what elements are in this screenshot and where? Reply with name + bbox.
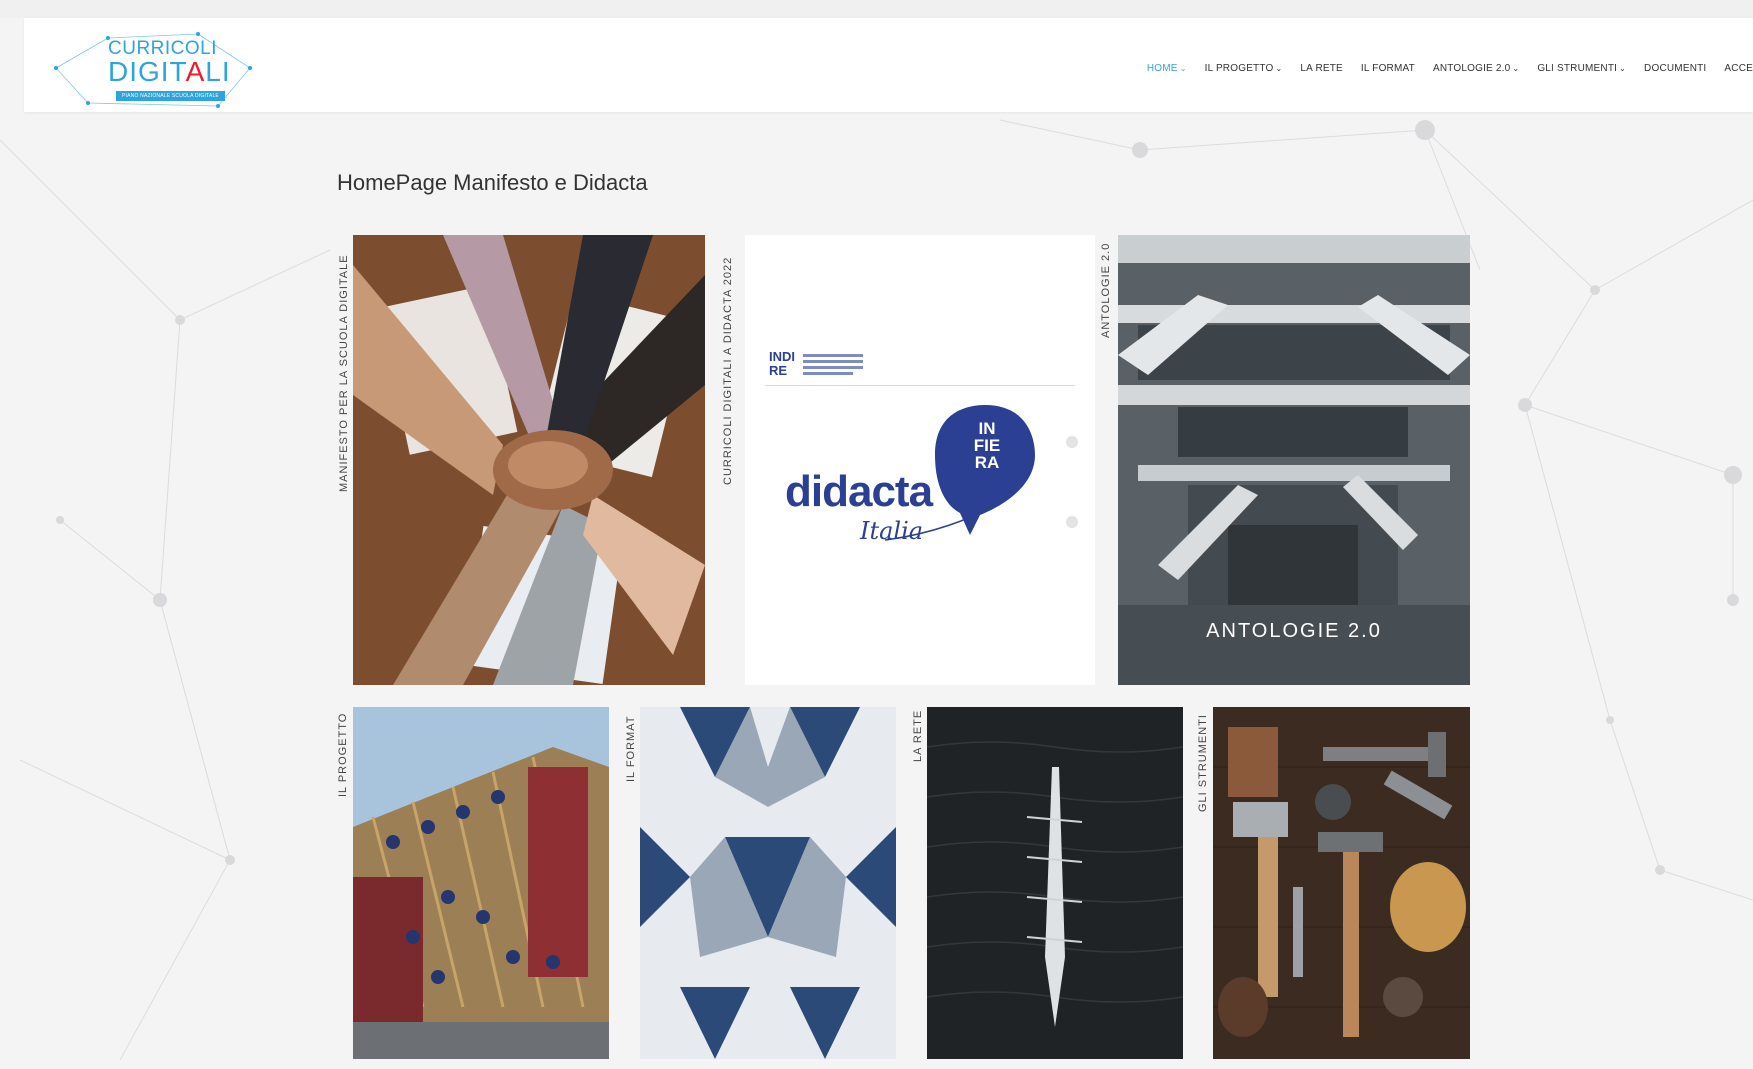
chevron-down-icon: ⌄ [1275, 63, 1283, 73]
tools-image [1213, 707, 1470, 1059]
rowing-boat-image [927, 707, 1183, 1059]
chevron-down-icon: ⌄ [1619, 63, 1627, 73]
tile-label-il-format[interactable]: IL FORMAT [625, 716, 637, 782]
nav-item-il-progetto[interactable]: IL PROGETTO ⌄ [1205, 63, 1283, 74]
chevron-down-icon: ⌄ [1512, 63, 1520, 73]
tile-didacta-logo[interactable]: INDIRE IN FIE RA didacta Italia [745, 235, 1095, 685]
geometric-architecture-image [640, 707, 896, 1059]
tile-antologie-image[interactable]: ANTOLOGIE 2.0 [1118, 235, 1470, 685]
tile-gli-strumenti-image[interactable] [1213, 707, 1470, 1059]
chevron-down-icon: ⌄ [1179, 63, 1187, 73]
tile-label-antologie[interactable]: ANTOLOGIE 2.0 [1100, 243, 1112, 338]
browser-top-strip [0, 0, 1753, 18]
didacta-italia-script: Italia [860, 517, 924, 545]
hands-together-image [353, 235, 705, 685]
nav-item-gli-strumenti[interactable]: GLI STRUMENTI ⌄ [1537, 63, 1626, 74]
tile-label-il-progetto[interactable]: IL PROGETTO [337, 713, 349, 797]
nav-item-home[interactable]: HOME ⌄ [1147, 63, 1187, 74]
didacta-badge-text: IN FIE RA [973, 419, 1001, 472]
tile-label-gli-strumenti[interactable]: GLI STRUMENTI [1197, 714, 1209, 812]
main-navigation: HOME ⌄ IL PROGETTO ⌄ LA RETE IL FORMAT ANT… [1147, 58, 1753, 78]
tile-la-rete-image[interactable] [927, 707, 1183, 1059]
roof-construction-image [353, 707, 609, 1059]
didacta-badge-graphic [884, 405, 1078, 541]
tile-il-progetto-image[interactable] [353, 707, 609, 1059]
site-logo[interactable]: CURRICOLI DIGITALI PIANO NAZIONALE SCUOL… [48, 28, 258, 110]
tile-manifesto-image[interactable] [353, 235, 705, 685]
tile-label-la-rete[interactable]: LA RETE [912, 710, 924, 762]
tile-label-manifesto[interactable]: MANIFESTO PER LA SCUOLA DIGITALE [338, 254, 350, 492]
antologie-caption: ANTOLOGIE 2.0 [1206, 620, 1382, 642]
logo-tagline: PIANO NAZIONALE SCUOLA DIGITALE [116, 91, 225, 101]
page-title: HomePage Manifesto e Didacta [337, 170, 648, 195]
tile-il-format-image[interactable] [640, 707, 896, 1059]
nav-item-il-format[interactable]: IL FORMAT [1361, 63, 1415, 74]
site-header: CURRICOLI DIGITALI PIANO NAZIONALE SCUOL… [24, 18, 1753, 112]
didacta-wordmark: didacta [785, 467, 933, 516]
nav-item-antologie[interactable]: ANTOLOGIE 2.0 ⌄ [1433, 63, 1519, 74]
nav-item-la-rete[interactable]: LA RETE [1300, 63, 1343, 74]
logo-text-line2: DIGITALI [108, 56, 231, 87]
library-interior-image [1118, 235, 1470, 685]
tile-label-didacta[interactable]: CURRICOLI DIGITALI A DIDACTA 2022 [722, 257, 734, 485]
nav-item-documenti[interactable]: DOCUMENTI [1644, 63, 1706, 74]
nav-item-accedi[interactable]: ACCE [1724, 63, 1753, 74]
